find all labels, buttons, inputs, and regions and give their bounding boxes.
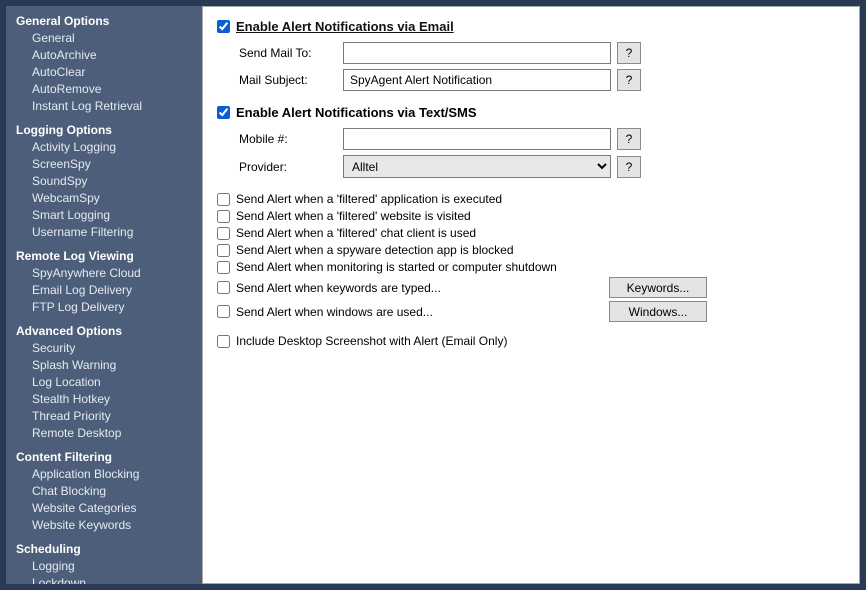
sidebar-item[interactable]: Website Categories: [10, 500, 198, 517]
alert-label: Send Alert when monitoring is started or…: [236, 260, 557, 274]
sidebar-item[interactable]: Chat Blocking: [10, 483, 198, 500]
send-to-input[interactable]: [343, 42, 611, 64]
sidebar-group: Logging OptionsActivity LoggingScreenSpy…: [10, 121, 198, 241]
alert-checkbox[interactable]: [217, 305, 230, 318]
sidebar: General OptionsGeneralAutoArchiveAutoCle…: [6, 6, 202, 584]
sidebar-group-title: Scheduling: [10, 540, 198, 558]
help-mobile-button[interactable]: ?: [617, 128, 641, 150]
sidebar-item[interactable]: AutoArchive: [10, 47, 198, 64]
alert-label: Send Alert when a 'filtered' application…: [236, 192, 502, 206]
alert-label: Send Alert when a 'filtered' website is …: [236, 209, 471, 223]
sidebar-item[interactable]: Website Keywords: [10, 517, 198, 534]
help-send-to-button[interactable]: ?: [617, 42, 641, 64]
sidebar-item[interactable]: ScreenSpy: [10, 156, 198, 173]
sidebar-item[interactable]: AutoRemove: [10, 81, 198, 98]
sidebar-item[interactable]: Application Blocking: [10, 466, 198, 483]
alert-row: Send Alert when a spyware detection app …: [217, 243, 707, 257]
alert-row: Send Alert when windows are used... Windo…: [217, 301, 707, 322]
sidebar-group: Remote Log ViewingSpyAnywhere CloudEmail…: [10, 247, 198, 316]
alert-row: Send Alert when keywords are typed... Key…: [217, 277, 707, 298]
alert-row: Send Alert when a 'filtered' application…: [217, 192, 707, 206]
alert-list: Send Alert when a 'filtered' application…: [217, 192, 845, 322]
sidebar-item[interactable]: Lockdown: [10, 575, 198, 584]
sidebar-item[interactable]: Splash Warning: [10, 357, 198, 374]
sidebar-item[interactable]: Username Filtering: [10, 224, 198, 241]
sidebar-item[interactable]: Email Log Delivery: [10, 282, 198, 299]
sidebar-item[interactable]: Thread Priority: [10, 408, 198, 425]
sidebar-item[interactable]: Remote Desktop: [10, 425, 198, 442]
sidebar-item[interactable]: AutoClear: [10, 64, 198, 81]
sidebar-item[interactable]: Security: [10, 340, 198, 357]
sms-form: Mobile #: ? Provider: Alltel ?: [239, 128, 845, 178]
alert-checkbox[interactable]: [217, 193, 230, 206]
sidebar-group-title: Remote Log Viewing: [10, 247, 198, 265]
keywords-button[interactable]: Keywords...: [609, 277, 707, 298]
sidebar-item[interactable]: SpyAnywhere Cloud: [10, 265, 198, 282]
enable-sms-label: Enable Alert Notifications via Text/SMS: [236, 105, 477, 120]
send-to-label: Send Mail To:: [239, 46, 337, 60]
mobile-label: Mobile #:: [239, 132, 337, 146]
sidebar-item[interactable]: Activity Logging: [10, 139, 198, 156]
provider-label: Provider:: [239, 160, 337, 174]
enable-email-checkbox[interactable]: [217, 20, 230, 33]
sidebar-item[interactable]: Stealth Hotkey: [10, 391, 198, 408]
provider-select[interactable]: Alltel: [343, 155, 611, 178]
sidebar-group-title: Advanced Options: [10, 322, 198, 340]
send-to-row: Send Mail To: ?: [239, 42, 845, 64]
email-form: Send Mail To: ? Mail Subject: ?: [239, 42, 845, 91]
sidebar-item[interactable]: SoundSpy: [10, 173, 198, 190]
sidebar-item[interactable]: Instant Log Retrieval: [10, 98, 198, 115]
sidebar-group: SchedulingLoggingLockdown: [10, 540, 198, 584]
subject-label: Mail Subject:: [239, 73, 337, 87]
enable-sms-checkbox[interactable]: [217, 106, 230, 119]
alert-row: Send Alert when a 'filtered' chat client…: [217, 226, 707, 240]
windows-button[interactable]: Windows...: [609, 301, 707, 322]
alert-label: Send Alert when a spyware detection app …: [236, 243, 514, 257]
mobile-row: Mobile #: ?: [239, 128, 845, 150]
sidebar-item[interactable]: Log Location: [10, 374, 198, 391]
enable-email-row: Enable Alert Notifications via Email: [217, 19, 845, 34]
help-subject-button[interactable]: ?: [617, 69, 641, 91]
sidebar-item[interactable]: Logging: [10, 558, 198, 575]
subject-input[interactable]: [343, 69, 611, 91]
app-frame: General OptionsGeneralAutoArchiveAutoCle…: [6, 6, 860, 584]
help-provider-button[interactable]: ?: [617, 156, 641, 178]
enable-email-label: Enable Alert Notifications via Email: [236, 19, 454, 34]
sidebar-group-title: General Options: [10, 12, 198, 30]
sidebar-group: General OptionsGeneralAutoArchiveAutoCle…: [10, 12, 198, 115]
main-panel: Enable Alert Notifications via Email Sen…: [202, 6, 860, 584]
sidebar-item[interactable]: WebcamSpy: [10, 190, 198, 207]
subject-row: Mail Subject: ?: [239, 69, 845, 91]
screenshot-row: Include Desktop Screenshot with Alert (E…: [217, 334, 845, 348]
sidebar-group: Advanced OptionsSecuritySplash WarningLo…: [10, 322, 198, 442]
alert-label: Send Alert when keywords are typed...: [236, 281, 441, 295]
sidebar-group-title: Logging Options: [10, 121, 198, 139]
include-screenshot-label: Include Desktop Screenshot with Alert (E…: [236, 334, 507, 348]
alert-checkbox[interactable]: [217, 244, 230, 257]
sidebar-item[interactable]: FTP Log Delivery: [10, 299, 198, 316]
provider-row: Provider: Alltel ?: [239, 155, 845, 178]
enable-sms-row: Enable Alert Notifications via Text/SMS: [217, 105, 845, 120]
sidebar-item[interactable]: Smart Logging: [10, 207, 198, 224]
include-screenshot-checkbox[interactable]: [217, 335, 230, 348]
alert-checkbox[interactable]: [217, 261, 230, 274]
sidebar-group-title: Content Filtering: [10, 448, 198, 466]
alert-checkbox[interactable]: [217, 210, 230, 223]
alert-label: Send Alert when a 'filtered' chat client…: [236, 226, 476, 240]
sidebar-group: Content FilteringApplication BlockingCha…: [10, 448, 198, 534]
sidebar-item[interactable]: General: [10, 30, 198, 47]
alert-row: Send Alert when monitoring is started or…: [217, 260, 707, 274]
alert-checkbox[interactable]: [217, 227, 230, 240]
alert-checkbox[interactable]: [217, 281, 230, 294]
alert-row: Send Alert when a 'filtered' website is …: [217, 209, 707, 223]
mobile-input[interactable]: [343, 128, 611, 150]
alert-label: Send Alert when windows are used...: [236, 305, 433, 319]
